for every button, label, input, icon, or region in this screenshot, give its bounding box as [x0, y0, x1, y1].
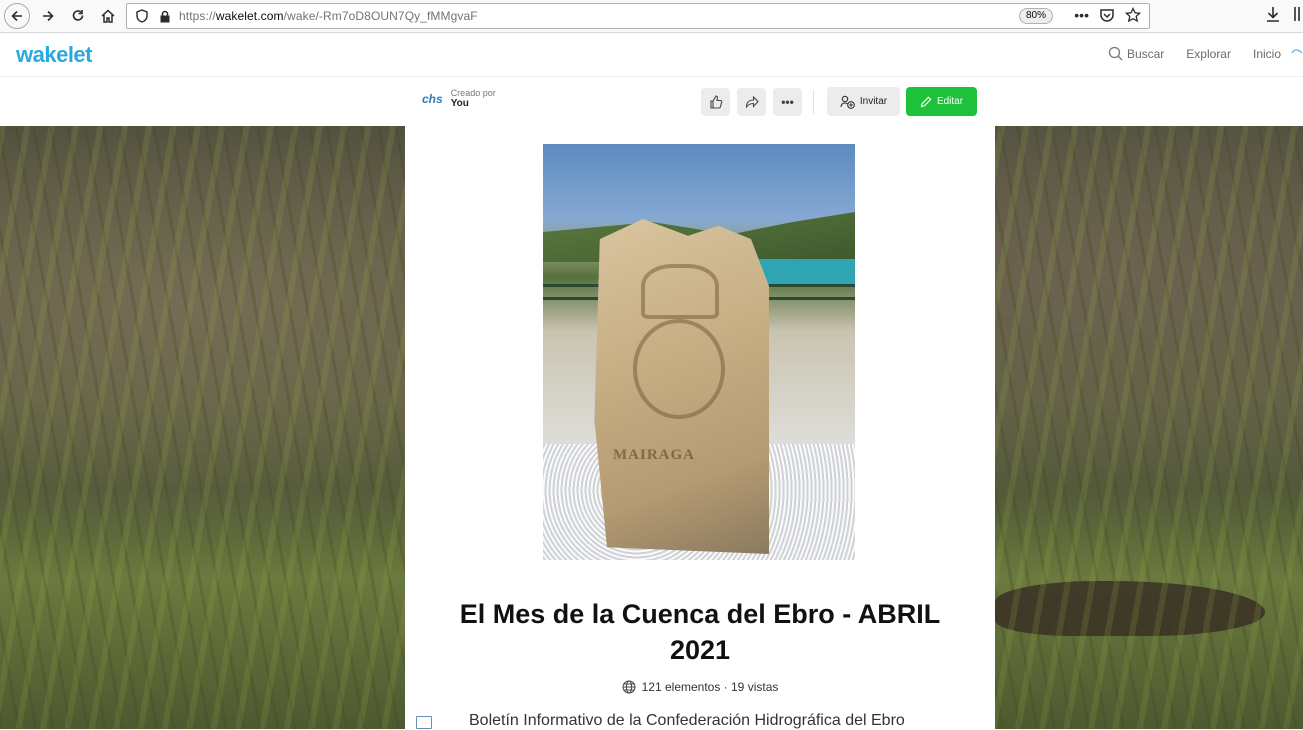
nav-search[interactable]: Buscar: [1108, 46, 1164, 61]
back-icon[interactable]: [4, 3, 30, 29]
document-icon: [416, 716, 432, 729]
nav-home-label: Inicio: [1252, 46, 1281, 61]
collection-panel: MAIRAGA El Mes de la Cuenca del Ebro - A…: [405, 126, 995, 729]
wakelet-logo[interactable]: wakelet: [16, 42, 93, 68]
lock-icon[interactable]: [159, 10, 171, 23]
invite-button[interactable]: Invitar: [827, 87, 900, 116]
home-icon[interactable]: [96, 4, 120, 28]
creator-label: Creado por: [450, 88, 496, 98]
bookmark-star-icon[interactable]: [1125, 7, 1141, 23]
cover-emblem: [633, 319, 725, 419]
url-actions: •••: [1074, 7, 1141, 23]
pocket-icon[interactable]: [1099, 8, 1115, 22]
creator-name: You: [450, 98, 469, 109]
library-icon[interactable]: [1293, 5, 1303, 23]
creator-avatar: chs: [422, 91, 443, 106]
forward-icon[interactable]: [36, 4, 60, 28]
more-icon[interactable]: •••: [1074, 7, 1089, 23]
divider: [813, 90, 814, 114]
app-header: wakelet Buscar Explorar Inicio: [0, 34, 1303, 77]
header-nav: Buscar Explorar Inicio: [1108, 46, 1303, 61]
nav-explore[interactable]: Explorar: [1186, 47, 1231, 61]
url-domain: wakelet.com: [215, 9, 284, 23]
cover-crown: [641, 264, 719, 319]
collection-description: Boletín Informativo de la Confederación …: [469, 712, 905, 729]
nav-home[interactable]: Inicio: [1253, 47, 1281, 61]
shield-icon[interactable]: [135, 9, 149, 23]
creator-info[interactable]: chs Creado por You: [422, 88, 496, 109]
toolbar-right: [1265, 5, 1303, 23]
nav-search-label: Buscar: [1126, 46, 1165, 61]
add-user-icon: [840, 95, 855, 109]
avatar[interactable]: [1291, 47, 1303, 61]
collection-stats: 121 elementos · 19 vistas: [641, 680, 779, 694]
globe-icon: [622, 680, 636, 694]
creator-text: Creado por You: [451, 88, 496, 109]
edit-label: Editar: [936, 96, 964, 107]
collection-meta: 121 elementos · 19 vistas: [405, 680, 995, 694]
more-options-button[interactable]: •••: [773, 88, 802, 116]
share-icon: [745, 96, 759, 108]
cover-stone-text: MAIRAGA: [613, 447, 695, 463]
download-icon[interactable]: [1265, 5, 1281, 23]
search-icon: [1108, 46, 1123, 61]
invite-label: Invitar: [859, 96, 888, 107]
url-bar[interactable]: https://wakelet.com/wake/-Rm7oD8OUN7Qy_f…: [126, 3, 1150, 29]
url-prefix: https://: [179, 9, 216, 23]
thumbs-up-icon: [709, 95, 722, 109]
edit-button[interactable]: Editar: [906, 87, 977, 116]
cover-image[interactable]: MAIRAGA: [543, 144, 855, 560]
pencil-icon: [920, 96, 932, 107]
browser-toolbar: https://wakelet.com/wake/-Rm7oD8OUN7Qy_f…: [0, 0, 1303, 33]
nav-explore-label: Explorar: [1186, 46, 1231, 61]
share-button[interactable]: [737, 88, 766, 116]
url-path: /wake/-Rm7oD8OUN7Qy_fMMgvaF: [283, 9, 478, 23]
collection-toolbar: chs Creado por You ••• Invitar Editar: [0, 78, 1303, 126]
like-button[interactable]: [701, 88, 730, 116]
url-text: https://wakelet.com/wake/-Rm7oD8OUN7Qy_f…: [179, 9, 478, 23]
otter-shape: [995, 581, 1265, 636]
more-icon: •••: [781, 95, 794, 109]
reload-icon[interactable]: [66, 4, 90, 28]
collection-title: El Mes de la Cuenca del Ebro - ABRIL 202…: [459, 599, 941, 665]
zoom-badge[interactable]: 80%: [1019, 8, 1054, 24]
